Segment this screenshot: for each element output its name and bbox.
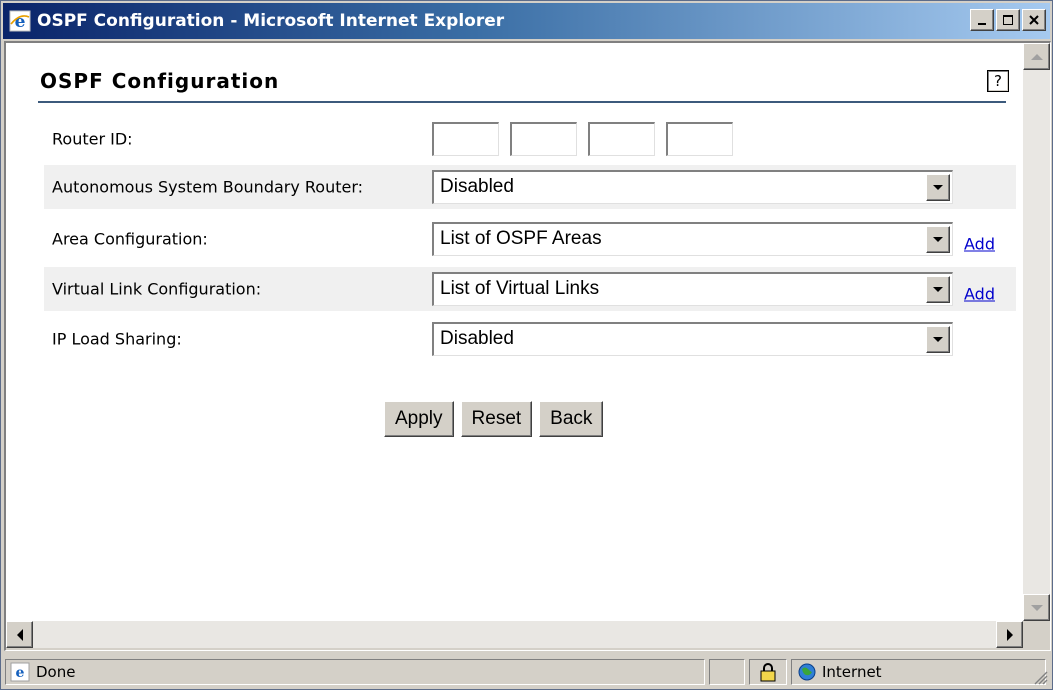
reset-button[interactable]: Reset <box>460 401 533 437</box>
area-config-selected-value: List of OSPF Areas <box>440 228 602 249</box>
page-title: OSPF Configuration <box>40 69 280 93</box>
chevron-down-icon[interactable] <box>926 174 950 201</box>
back-button[interactable]: Back <box>539 401 604 437</box>
chevron-down-icon[interactable] <box>926 326 950 353</box>
window-controls <box>968 9 1046 33</box>
close-icon <box>1029 15 1039 25</box>
virtual-link-select[interactable]: List of Virtual Links <box>432 272 953 306</box>
area-config-row: Area Configuration: List of OSPF Areas A… <box>44 217 1016 261</box>
browser-window: e OSPF Configuration - Microsoft Interne… <box>0 0 1053 690</box>
area-config-label: Area Configuration: <box>52 229 208 249</box>
title-bar[interactable]: e OSPF Configuration - Microsoft Interne… <box>3 3 1050 39</box>
load-sharing-row: IP Load Sharing: Disabled <box>44 317 1016 361</box>
load-sharing-selected-value: Disabled <box>440 328 514 349</box>
maximize-button[interactable] <box>996 9 1020 31</box>
internet-explorer-icon: e <box>9 10 31 32</box>
svg-text:e: e <box>16 665 25 681</box>
router-id-octet-3[interactable] <box>588 122 655 156</box>
scroll-left-button[interactable] <box>6 621 33 648</box>
help-icon[interactable]: ? <box>987 70 1009 92</box>
status-main-pane: e Done <box>5 659 705 685</box>
close-button[interactable] <box>1022 9 1046 31</box>
help-glyph: ? <box>994 72 1002 90</box>
horizontal-scrollbar[interactable] <box>6 621 1023 648</box>
resize-grip-icon[interactable] <box>1030 667 1048 685</box>
status-bar: e Done Internet <box>3 657 1050 687</box>
router-id-row: Router ID: <box>44 117 1016 161</box>
zone-text: Internet <box>822 663 882 681</box>
minimize-icon <box>978 23 986 25</box>
page-content: OSPF Configuration ? Router ID: Autonomo… <box>6 43 1023 621</box>
status-pane-empty <box>709 659 745 685</box>
form-buttons: Apply Reset Back <box>384 401 610 437</box>
router-id-octet-1[interactable] <box>432 122 499 156</box>
scrollbar-corner <box>1023 621 1050 648</box>
minimize-button[interactable] <box>970 9 994 31</box>
status-zone-pane: Internet <box>791 659 1046 685</box>
asbr-label: Autonomous System Boundary Router: <box>52 177 364 197</box>
asbr-selected-value: Disabled <box>440 176 514 197</box>
load-sharing-select[interactable]: Disabled <box>432 322 953 356</box>
globe-icon <box>798 663 816 681</box>
ie-page-icon: e <box>10 662 30 682</box>
load-sharing-label: IP Load Sharing: <box>52 329 182 349</box>
router-id-octet-4[interactable] <box>666 122 733 156</box>
browser-viewport: OSPF Configuration ? Router ID: Autonomo… <box>4 41 1051 651</box>
scroll-down-button[interactable] <box>1023 594 1050 621</box>
heading-divider <box>38 101 1006 103</box>
svg-text:e: e <box>15 12 26 32</box>
status-security-pane <box>749 659 787 685</box>
virtual-link-label: Virtual Link Configuration: <box>52 279 262 299</box>
add-virtual-link-link[interactable]: Add <box>964 285 995 304</box>
add-area-link[interactable]: Add <box>964 235 995 254</box>
apply-button[interactable]: Apply <box>384 401 454 437</box>
asbr-row: Autonomous System Boundary Router: Disab… <box>44 165 1016 209</box>
window-title: OSPF Configuration - Microsoft Internet … <box>37 11 505 31</box>
vertical-scrollbar[interactable] <box>1023 43 1050 621</box>
asbr-select[interactable]: Disabled <box>432 170 953 204</box>
chevron-down-icon[interactable] <box>926 226 950 253</box>
maximize-icon <box>1003 15 1013 25</box>
scroll-up-button[interactable] <box>1023 43 1050 70</box>
router-id-label: Router ID: <box>52 129 133 149</box>
chevron-down-icon[interactable] <box>926 276 950 303</box>
area-config-select[interactable]: List of OSPF Areas <box>432 222 953 256</box>
router-id-octet-2[interactable] <box>510 122 577 156</box>
lock-icon <box>760 663 776 682</box>
scroll-right-button[interactable] <box>996 621 1023 648</box>
status-text: Done <box>36 663 76 681</box>
virtual-link-row: Virtual Link Configuration: List of Virt… <box>44 267 1016 311</box>
virtual-link-selected-value: List of Virtual Links <box>440 278 600 299</box>
